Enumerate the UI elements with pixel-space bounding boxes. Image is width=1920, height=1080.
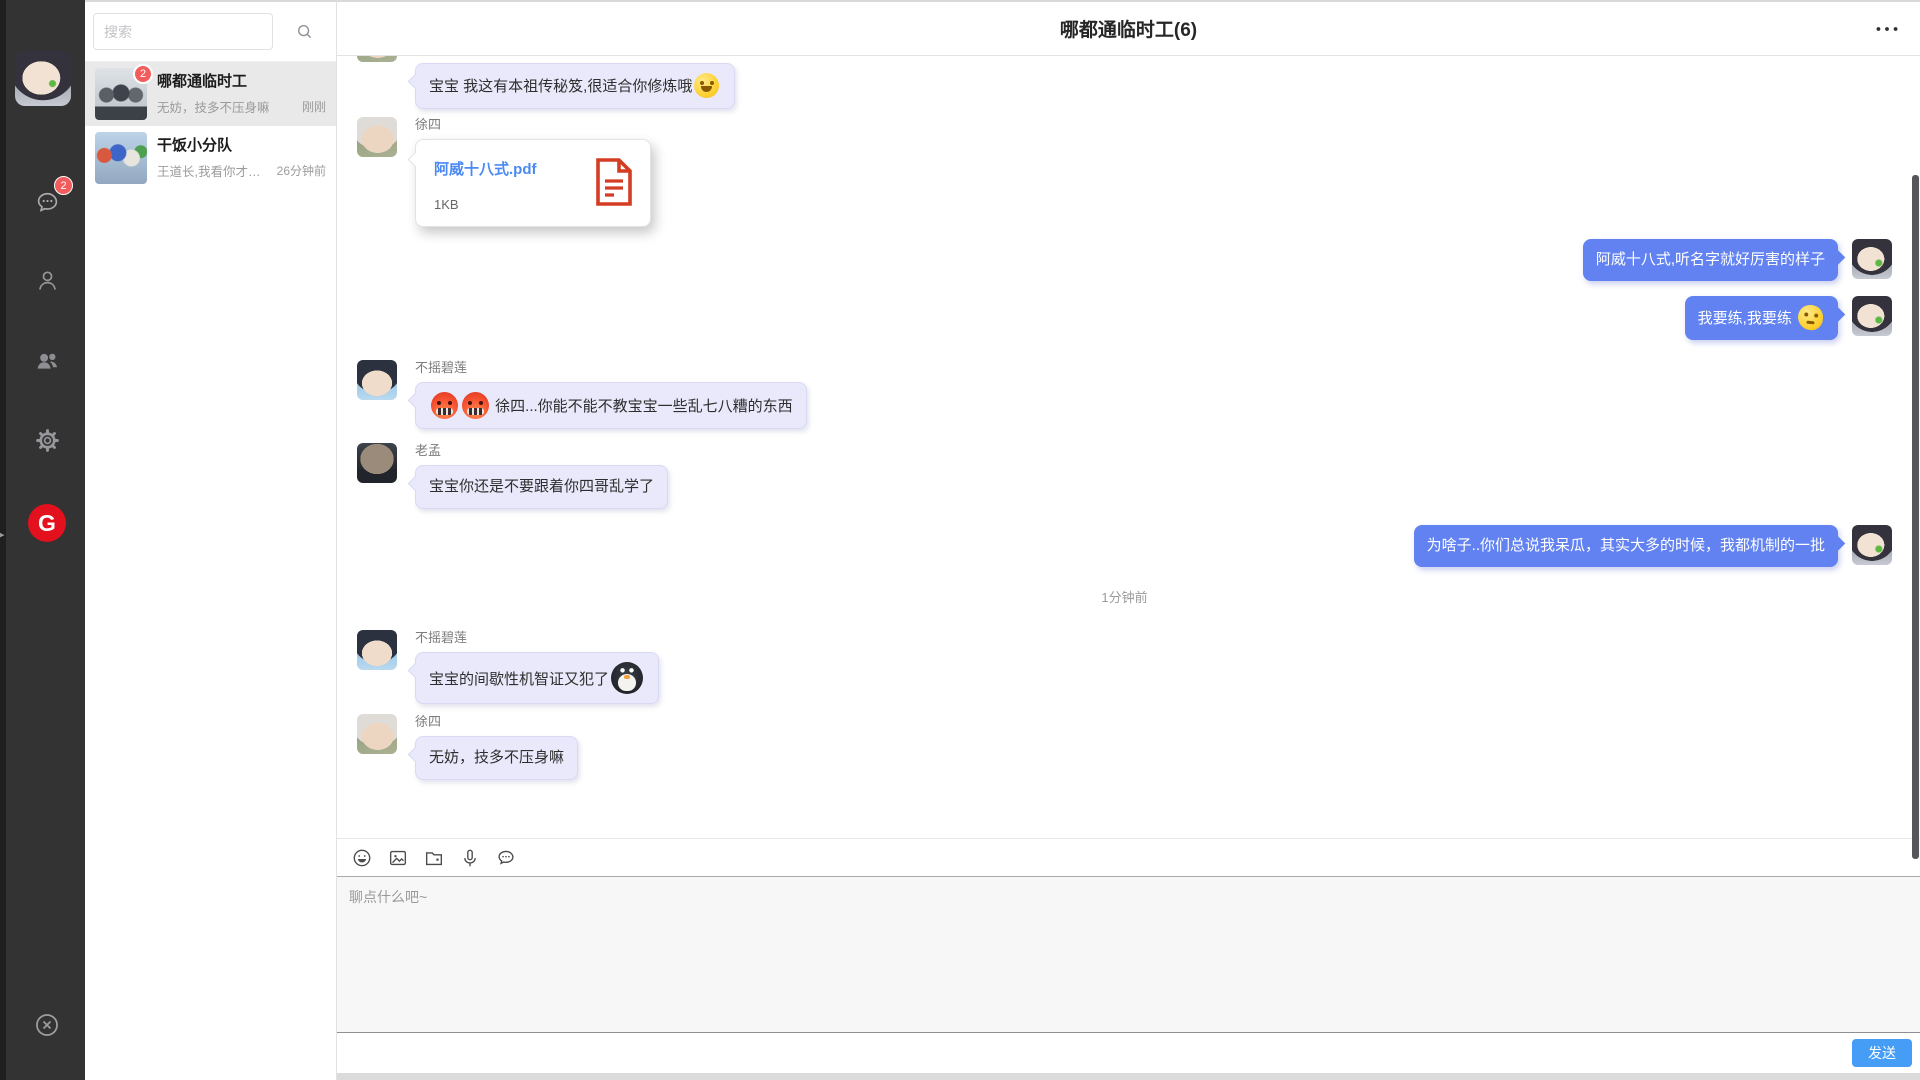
avatar-bilian[interactable]	[357, 630, 397, 670]
chat-item-title: 干饭小分队	[157, 136, 326, 156]
chat-item-title: 哪都通临时工	[157, 72, 326, 92]
app-logo-g[interactable]: G	[28, 504, 66, 542]
settings-gear-icon[interactable]	[30, 423, 64, 457]
message-row: 宝宝 我这有本祖传秘笈,很适合你修炼哦	[357, 63, 1892, 109]
message-row: 阿威十八式,听名字就好厉害的样子	[357, 239, 1892, 281]
message-bubble: 阿威十八式,听名字就好厉害的样子	[1583, 239, 1838, 281]
voice-message-icon[interactable]	[458, 846, 482, 870]
unread-badge: 2	[133, 64, 153, 84]
chat-header: 哪都通临时工(6)	[337, 2, 1920, 56]
chats-nav-icon[interactable]: 2	[30, 185, 64, 219]
avatar-xusi[interactable]	[357, 56, 397, 62]
composer-toolbar	[337, 839, 1920, 876]
chat-list-panel: 2 哪都通临时工 无妨，技多不压身嘛 刚刚 干饭小分队 王道长,我看你才… 26…	[85, 0, 337, 1080]
chat-item-last-message: 无妨，技多不压身嘛	[157, 97, 296, 116]
chat-history-icon[interactable]	[494, 846, 518, 870]
pdf-file-icon	[594, 158, 634, 212]
search-input[interactable]	[93, 13, 273, 50]
message-bubble: 无妨，技多不压身嘛	[415, 736, 578, 780]
send-row: 发送	[337, 1033, 1920, 1073]
gear-icon	[34, 427, 61, 454]
composer: 发送	[337, 838, 1920, 1080]
file-message-card[interactable]: 阿威十八式.pdf 1KB	[415, 139, 651, 227]
more-menu-icon[interactable]	[1872, 16, 1902, 42]
search-icon[interactable]	[289, 17, 319, 47]
avatar-user[interactable]	[1852, 296, 1892, 336]
message-row: 不摇碧莲宝宝的间歇性机智证又犯了	[357, 630, 1892, 704]
chat-item-time: 刚刚	[302, 98, 326, 115]
rage-emoji	[431, 392, 458, 419]
message-bubble: 徐四...你能不能不教宝宝一些乱七八糟的东西	[415, 382, 807, 429]
groups-nav-icon[interactable]	[30, 343, 64, 377]
search-row	[85, 2, 336, 62]
avatar-xusi[interactable]	[357, 714, 397, 754]
message-bubble: 我要练,我要练	[1685, 296, 1838, 340]
hug-emoji	[694, 73, 719, 98]
message-row: 老孟宝宝你还是不要跟着你四哥乱学了	[357, 443, 1892, 509]
message-row: 为啥子..你们总说我呆瓜，其实大多的时候，我都机制的一批	[357, 525, 1892, 567]
sender-name: 徐四	[415, 117, 651, 133]
scrollbar-thumb[interactable]	[1912, 175, 1919, 859]
chat-item-info: 哪都通临时工 无妨，技多不压身嘛 刚刚	[157, 72, 326, 116]
chat-title: 哪都通临时工(6)	[1060, 15, 1197, 42]
avatar-user[interactable]	[1852, 239, 1892, 279]
chat-item-info: 干饭小分队 王道长,我看你才… 26分钟前	[157, 136, 326, 180]
file-size: 1KB	[434, 197, 537, 212]
penguin-emoji	[611, 662, 643, 694]
panel-collapse-arrow[interactable]: ▸	[0, 528, 5, 541]
unread-badge: 2	[54, 176, 73, 195]
close-icon	[33, 1011, 61, 1039]
group-people-icon	[34, 347, 61, 374]
file-name[interactable]: 阿威十八式.pdf	[434, 158, 537, 179]
chat-window: 哪都通临时工(6) 宝宝 我这有本祖传秘笈,很适合你修炼哦徐四阿威十八式.pdf…	[337, 0, 1920, 1080]
message-row: 徐四无妨，技多不压身嘛	[357, 714, 1892, 780]
chat-item-time: 26分钟前	[277, 162, 326, 179]
person-icon	[34, 267, 61, 294]
send-button[interactable]: 发送	[1852, 1039, 1912, 1067]
group-avatar	[95, 132, 147, 184]
app-rail: 2 G ▸	[0, 0, 85, 1080]
message-bubble: 为啥子..你们总说我呆瓜，其实大多的时候，我都机制的一批	[1414, 525, 1838, 567]
message-bubble: 宝宝 我这有本祖传秘笈,很适合你修炼哦	[415, 63, 735, 109]
message-row: 我要练,我要练	[357, 296, 1892, 340]
message-list: 宝宝 我这有本祖传秘笈,很适合你修炼哦徐四阿威十八式.pdf1KB阿威十八式,听…	[337, 56, 1920, 838]
time-divider: 1分钟前	[357, 587, 1892, 606]
message-row: 徐四阿威十八式.pdf 1KB	[357, 117, 1892, 227]
message-input[interactable]	[337, 876, 1920, 1033]
send-image-icon[interactable]	[386, 846, 410, 870]
message-row: 不摇碧莲 徐四...你能不能不教宝宝一些乱七八糟的东西	[357, 360, 1892, 429]
close-button[interactable]	[30, 1008, 64, 1042]
chat-list-item[interactable]: 干饭小分队 王道长,我看你才… 26分钟前	[85, 126, 336, 190]
contacts-nav-icon[interactable]	[30, 263, 64, 297]
sender-name: 老孟	[415, 443, 668, 459]
sender-name: 徐四	[415, 714, 578, 730]
avatar-bilian[interactable]	[357, 360, 397, 400]
message-bubble: 宝宝的间歇性机智证又犯了	[415, 652, 659, 704]
send-file-folder-icon[interactable]	[422, 846, 446, 870]
chat-item-last-message: 王道长,我看你才…	[157, 161, 271, 180]
avatar-user[interactable]	[1852, 525, 1892, 565]
avatar-xusi[interactable]	[357, 117, 397, 157]
user-avatar[interactable]	[15, 50, 71, 106]
chat-list-item[interactable]: 2 哪都通临时工 无妨，技多不压身嘛 刚刚	[85, 62, 336, 126]
rage-emoji	[462, 392, 489, 419]
avatar-laomeng[interactable]	[357, 443, 397, 483]
window-bottom-edge	[337, 1073, 1920, 1080]
melt-emoji	[1797, 304, 1824, 331]
emoji-picker-icon[interactable]	[350, 846, 374, 870]
message-bubble: 宝宝你还是不要跟着你四哥乱学了	[415, 465, 668, 509]
sender-name: 不摇碧莲	[415, 630, 659, 646]
sender-name: 不摇碧莲	[415, 360, 807, 376]
